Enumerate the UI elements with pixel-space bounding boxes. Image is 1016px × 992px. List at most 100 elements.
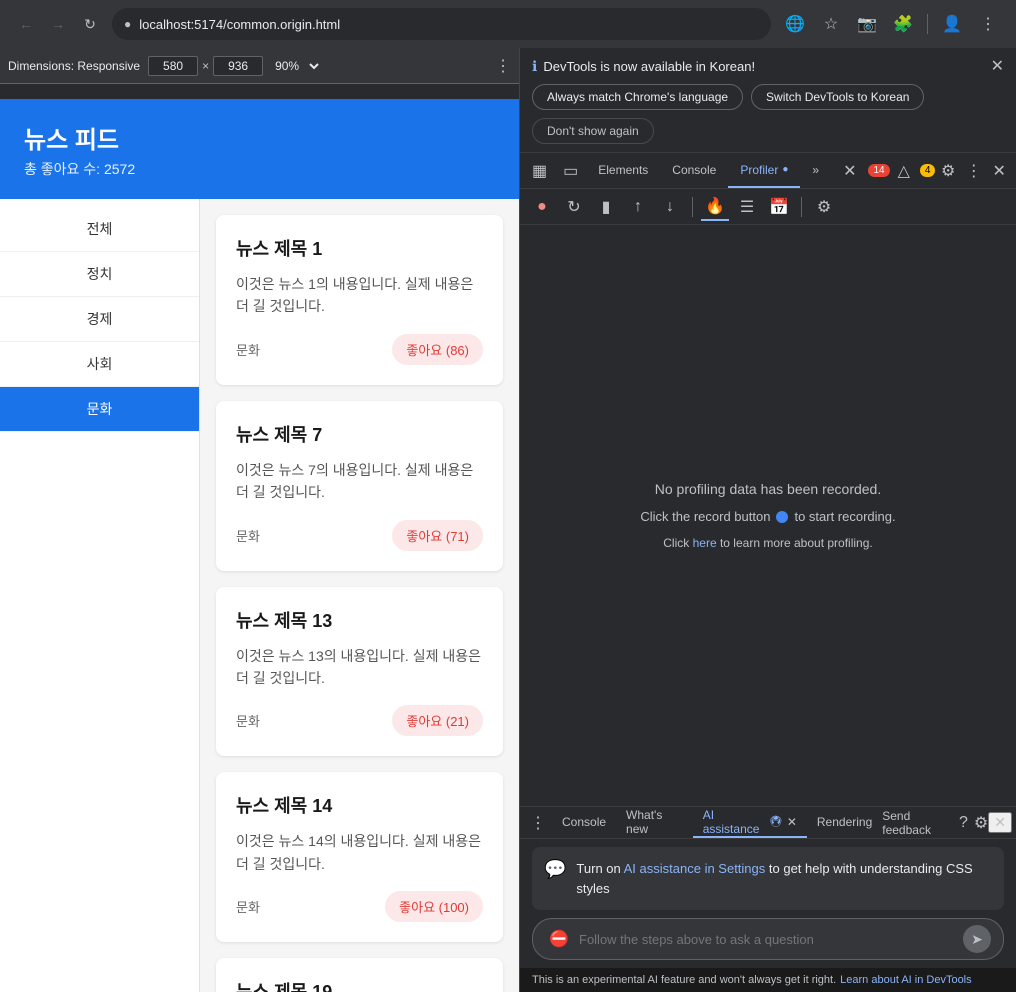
tab-more-label: »	[812, 163, 819, 177]
ai-input-row: ⛔ ➤	[532, 918, 1004, 960]
feedback-settings-icon[interactable]: ⚙	[974, 813, 988, 833]
tab-console[interactable]: Console	[660, 153, 728, 188]
zoom-select[interactable]: 90% 100% 75%	[271, 58, 322, 74]
like-button-7[interactable]: 좋아요 (71)	[392, 520, 483, 551]
news-card-13-category: 문화	[236, 711, 260, 730]
like-button-14[interactable]: 좋아요 (100)	[385, 891, 483, 922]
profiler-dot: ●	[782, 164, 788, 175]
warning-count-badge: 4	[920, 164, 936, 177]
tab-elements[interactable]: Elements	[586, 153, 660, 188]
upload-button[interactable]: ↑	[624, 193, 652, 221]
profile-button[interactable]: 👤	[936, 8, 968, 40]
viewport-toolbar: Dimensions: Responsive × 90% 100% 75% ⋮	[0, 48, 519, 84]
bottom-panel-close-button[interactable]: ✕	[988, 812, 1012, 833]
screenshot-button[interactable]: 📷	[851, 8, 883, 40]
error-icon: ✕	[835, 161, 864, 181]
translate-button[interactable]: 🌐	[779, 8, 811, 40]
devtools-notification: ℹ DevTools is now available in Korean! ✕…	[520, 48, 1016, 153]
ai-assist-banner: 💬 Turn on AI assistance in Settings to g…	[532, 847, 1004, 910]
news-layout: 전체 정치 경제 사회 문화 뉴스 제목 1 이것은 뉴스 1의 내용입니다. …	[0, 199, 519, 992]
dont-show-button[interactable]: Don't show again	[532, 118, 654, 144]
ai-panel-content: 💬 Turn on AI assistance in Settings to g…	[520, 839, 1016, 968]
switch-devtools-button[interactable]: Switch DevTools to Korean	[751, 84, 924, 110]
back-button[interactable]: ←	[12, 10, 40, 38]
feedback-help-icon[interactable]: ?	[959, 814, 968, 832]
device-icon[interactable]: ▭	[555, 161, 586, 181]
refresh-record-button[interactable]: ↻	[560, 193, 588, 221]
info-icon: ℹ	[532, 58, 537, 75]
footer-link[interactable]: Learn about AI in DevTools	[840, 974, 971, 986]
toolbar-icons: 🌐 ☆ 📷 🧩 👤 ⋮	[779, 8, 1004, 40]
ai-settings-link[interactable]: AI assistance in Settings	[624, 861, 766, 876]
news-card-14-title: 뉴스 제목 14	[236, 792, 483, 818]
news-card-7-content: 이것은 뉴스 7의 내용입니다. 실제 내용은 더 길 것입니다.	[236, 459, 483, 504]
toolbar-separator-1	[692, 197, 693, 217]
reload-button[interactable]: ↻	[76, 10, 104, 38]
horizontal-ruler	[0, 84, 519, 100]
devtools-bottom-panel: ⋮ Console What's new AI assistance 🖲 ✕ R…	[520, 806, 1016, 992]
webpage-inner: 뉴스 피드 총 좋아요 수: 2572 전체 정치 경제 사회 문화	[0, 100, 519, 992]
address-bar[interactable]: ● localhost:5174/common.origin.html	[112, 8, 771, 40]
bottom-tab-ai-label: AI assistance	[703, 808, 766, 836]
category-society[interactable]: 사회	[0, 342, 199, 387]
profiler-settings-button[interactable]: ⚙	[810, 193, 838, 221]
ai-tab-close[interactable]: ✕	[787, 815, 797, 829]
toolbar-separator	[927, 14, 928, 34]
category-all[interactable]: 전체	[0, 207, 199, 252]
flame-chart-button[interactable]: 🔥	[701, 193, 729, 221]
like-button-1[interactable]: 좋아요 (86)	[392, 334, 483, 365]
height-input[interactable]	[213, 56, 263, 76]
devtools-settings-button[interactable]: ⚙	[935, 157, 961, 185]
stop-button[interactable]: ▮	[592, 193, 620, 221]
notification-row: ℹ DevTools is now available in Korean! ✕	[532, 56, 1004, 76]
notification-title: ℹ DevTools is now available in Korean!	[532, 58, 755, 75]
record-button[interactable]: ●	[528, 193, 556, 221]
ai-question-input[interactable]	[579, 932, 957, 947]
ai-icon: 🖲	[769, 815, 783, 828]
bottom-tab-ai[interactable]: AI assistance 🖲 ✕	[693, 807, 807, 838]
feedback-area: Send feedback ? ⚙	[882, 809, 988, 837]
webpage-area: Dimensions: Responsive × 90% 100% 75% ⋮	[0, 48, 520, 992]
bottom-footer: This is an experimental AI feature and w…	[520, 968, 1016, 992]
ai-cancel-icon[interactable]: ⛔	[545, 925, 573, 953]
news-card-7-footer: 문화 좋아요 (71)	[236, 520, 483, 551]
tab-profiler-label: Profiler	[740, 163, 778, 177]
tree-button[interactable]: ☰	[733, 193, 761, 221]
bottom-kebab-icon[interactable]: ⋮	[524, 813, 552, 833]
like-button-13[interactable]: 좋아요 (21)	[392, 705, 483, 736]
always-match-button[interactable]: Always match Chrome's language	[532, 84, 743, 110]
news-card-1-title: 뉴스 제목 1	[236, 235, 483, 261]
bottom-tab-whatsnew[interactable]: What's new	[616, 807, 693, 838]
send-feedback-label: Send feedback	[882, 809, 953, 837]
category-politics[interactable]: 정치	[0, 252, 199, 297]
news-card-14-footer: 문화 좋아요 (100)	[236, 891, 483, 922]
here-link[interactable]: here	[693, 536, 717, 550]
inspect-icon[interactable]: ▦	[524, 161, 555, 181]
notification-buttons: Always match Chrome's language Switch De…	[532, 84, 1004, 144]
download-button[interactable]: ↓	[656, 193, 684, 221]
category-economy[interactable]: 경제	[0, 297, 199, 342]
tab-more[interactable]: »	[800, 153, 831, 188]
devtools-kebab-button[interactable]: ⋮	[961, 157, 987, 185]
profiler-sub-text1: Click the record button	[640, 509, 770, 524]
calendar-button[interactable]: 📅	[765, 193, 793, 221]
news-card-7-title: 뉴스 제목 7	[236, 421, 483, 447]
width-input[interactable]	[148, 56, 198, 76]
news-feed-subtitle: 총 좋아요 수: 2572	[24, 159, 495, 179]
news-card-13-content: 이것은 뉴스 13의 내용입니다. 실제 내용은 더 길 것입니다.	[236, 645, 483, 690]
bottom-tab-rendering[interactable]: Rendering	[807, 807, 882, 838]
profiler-sub-text2: to start recording.	[794, 509, 895, 524]
devtools-close-button[interactable]: ✕	[987, 157, 1013, 185]
webpage-scroll[interactable]: 뉴스 피드 총 좋아요 수: 2572 전체 정치 경제 사회 문화	[0, 100, 519, 992]
category-culture[interactable]: 문화	[0, 387, 199, 432]
extension-button[interactable]: 🧩	[887, 8, 919, 40]
viewport-more-icon[interactable]: ⋮	[495, 56, 511, 76]
tab-console-label: Console	[672, 163, 716, 177]
bookmark-button[interactable]: ☆	[815, 8, 847, 40]
forward-button[interactable]: →	[44, 10, 72, 38]
notification-close-button[interactable]: ✕	[991, 56, 1004, 76]
tab-profiler[interactable]: Profiler ●	[728, 153, 800, 188]
menu-button[interactable]: ⋮	[972, 8, 1004, 40]
bottom-tab-console[interactable]: Console	[552, 807, 616, 838]
ai-send-button[interactable]: ➤	[963, 925, 991, 953]
